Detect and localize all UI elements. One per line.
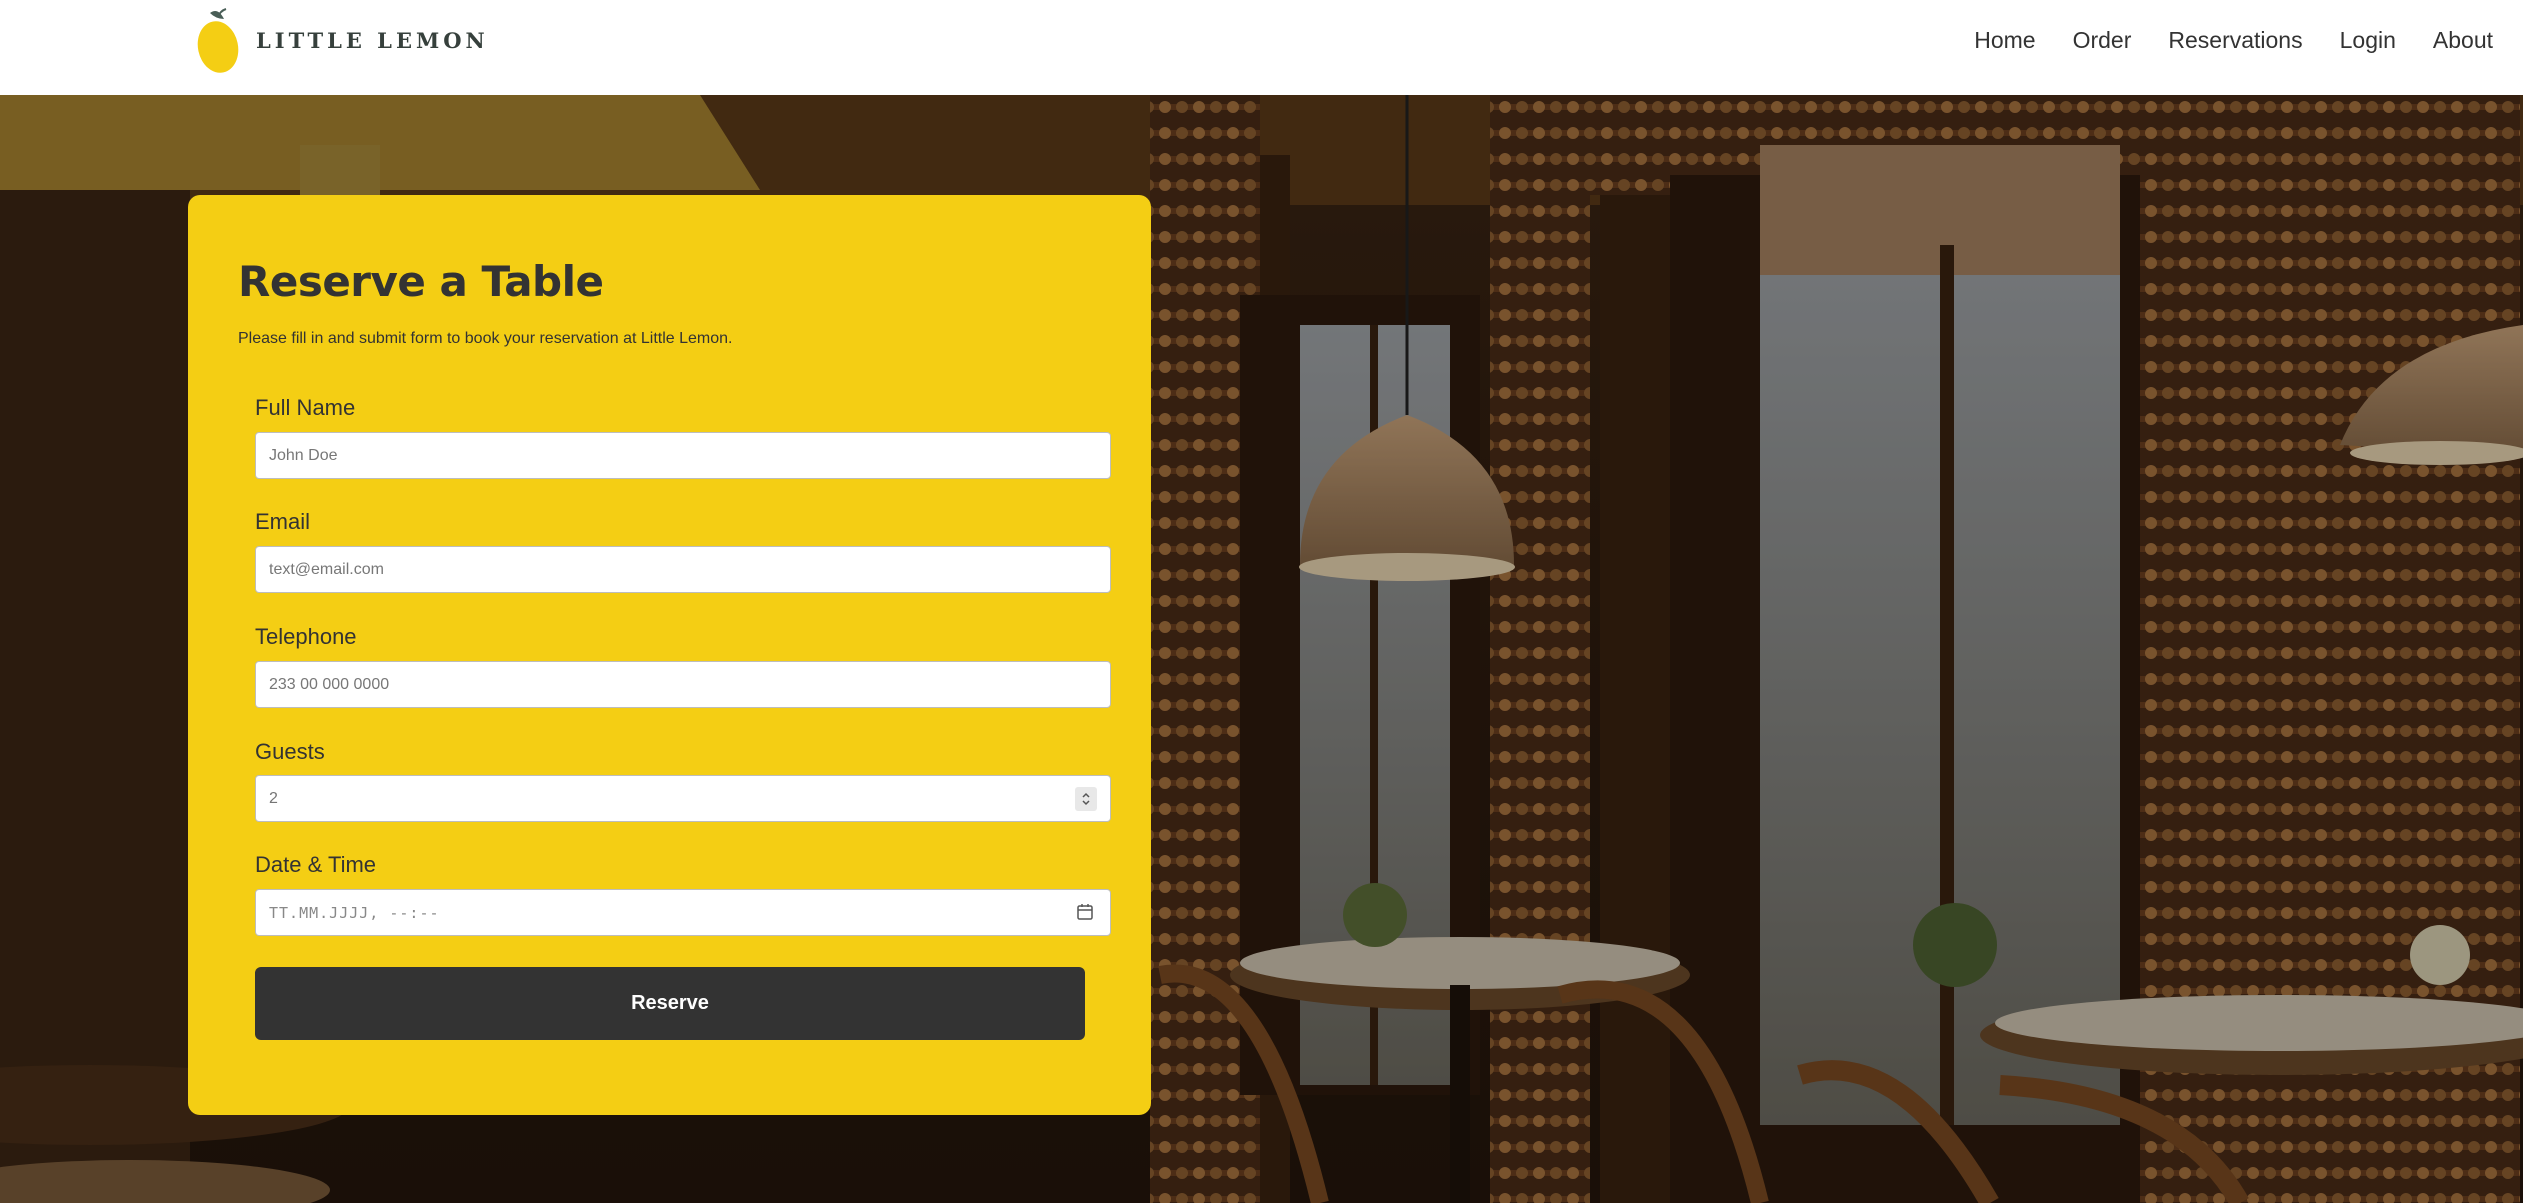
form-subtitle: Please fill in and submit form to book y… (238, 330, 733, 347)
nav-reservations[interactable]: Reservations (2168, 27, 2302, 54)
main-nav: Home Order Reservations Login About (1974, 22, 2493, 58)
nav-order[interactable]: Order (2073, 27, 2132, 54)
full-name-label: Full Name (255, 395, 356, 420)
full-name-input[interactable]: John Doe (255, 432, 1111, 479)
guests-label: Guests (255, 739, 325, 764)
telephone-label: Telephone (255, 624, 357, 649)
nav-login[interactable]: Login (2340, 27, 2396, 54)
reservation-form-card: Reserve a Table Please fill in and submi… (188, 195, 1151, 1115)
guests-value: 2 (269, 789, 278, 807)
email-label: Email (255, 509, 311, 534)
site-header: LITTLE LEMON Home Order Reservations Log… (0, 0, 2523, 95)
guests-input[interactable]: 2 (255, 775, 1111, 822)
full-name-placeholder: John Doe (269, 446, 338, 464)
number-stepper-icon[interactable] (1075, 787, 1097, 811)
lemon-logo-icon (197, 8, 239, 73)
form-title: Reserve a Table (238, 257, 604, 306)
datetime-input[interactable]: TT.MM.JJJJ, --:-- (255, 889, 1111, 936)
nav-home[interactable]: Home (1974, 27, 2035, 54)
calendar-icon[interactable] (1076, 903, 1094, 926)
datetime-placeholder: TT.MM.JJJJ, --:-- (269, 903, 440, 922)
datetime-label: Date & Time (255, 852, 377, 877)
nav-about[interactable]: About (2433, 27, 2493, 54)
email-placeholder: text@email.com (269, 560, 384, 578)
telephone-input[interactable]: 233 00 000 0000 (255, 661, 1111, 708)
brand-name: LITTLE LEMON (256, 27, 489, 53)
reserve-button[interactable]: Reserve (255, 967, 1085, 1040)
brand-logo[interactable]: LITTLE LEMON (196, 4, 489, 76)
telephone-placeholder: 233 00 000 0000 (269, 675, 390, 693)
email-input[interactable]: text@email.com (255, 546, 1111, 593)
